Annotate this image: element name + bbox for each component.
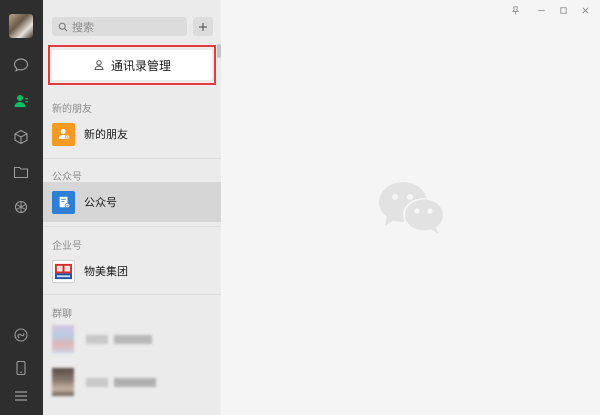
- files-icon[interactable]: [11, 162, 31, 182]
- section-label-new-friends: 新的朋友: [52, 104, 92, 115]
- contacts-manage-button[interactable]: 通讯录管理: [52, 50, 212, 80]
- enterprise-label: 物美集团: [84, 266, 128, 278]
- menu-icon[interactable]: [11, 386, 31, 406]
- contacts-manage-icon: [94, 60, 104, 70]
- search-icon: [58, 22, 68, 31]
- contacts-manage-label: 通讯录管理: [110, 58, 171, 73]
- redacted-text: [114, 335, 152, 344]
- phone-icon[interactable]: [11, 358, 31, 378]
- new-friends-icon: [52, 122, 75, 146]
- favorites-icon[interactable]: [11, 127, 31, 147]
- new-friends-label: 新的朋友: [84, 129, 128, 141]
- highlight-box: 通讯录管理: [48, 45, 216, 85]
- redacted-text: [86, 335, 108, 344]
- contacts-icon[interactable]: [11, 91, 31, 111]
- list-item-new-friends[interactable]: 新的朋友: [43, 114, 221, 154]
- company-logo: [52, 259, 75, 283]
- mini-program-icon[interactable]: [11, 325, 31, 345]
- search-input[interactable]: 搜索: [52, 17, 187, 36]
- contacts-panel: 搜索 通讯录管理 新的朋友 新的朋友 公众号 公众号 企业号 物美集团 群聊: [43, 0, 221, 415]
- divider: [43, 294, 221, 295]
- avatar[interactable]: [9, 14, 33, 38]
- redacted-text: [114, 378, 156, 387]
- section-label-groups: 群聊: [52, 309, 72, 320]
- official-accounts-icon: [52, 190, 75, 214]
- divider: [43, 226, 221, 227]
- close-icon[interactable]: [578, 3, 592, 17]
- list-item-group[interactable]: [52, 325, 217, 353]
- search-placeholder: 搜索: [72, 21, 94, 34]
- chat-icon[interactable]: [11, 55, 31, 75]
- list-item-enterprise[interactable]: 物美集团: [43, 251, 221, 291]
- plus-icon: [199, 22, 207, 31]
- main-content: [221, 0, 600, 415]
- list-item-group[interactable]: [52, 368, 217, 396]
- section-label-enterprise: 企业号: [52, 241, 82, 252]
- minimize-icon[interactable]: [534, 3, 548, 17]
- section-label-official-accounts: 公众号: [52, 172, 82, 183]
- list-item-official-accounts[interactable]: 公众号: [43, 182, 221, 222]
- pin-icon[interactable]: [508, 3, 522, 17]
- group-avatar: [52, 368, 74, 396]
- official-accounts-label: 公众号: [84, 197, 117, 209]
- nav-rail: [0, 0, 43, 415]
- divider: [43, 158, 221, 159]
- maximize-icon[interactable]: [556, 3, 570, 17]
- wechat-logo: [379, 182, 445, 234]
- group-avatar: [52, 325, 74, 353]
- add-button[interactable]: [193, 17, 213, 36]
- moments-icon[interactable]: [11, 197, 31, 217]
- redacted-text: [86, 378, 108, 387]
